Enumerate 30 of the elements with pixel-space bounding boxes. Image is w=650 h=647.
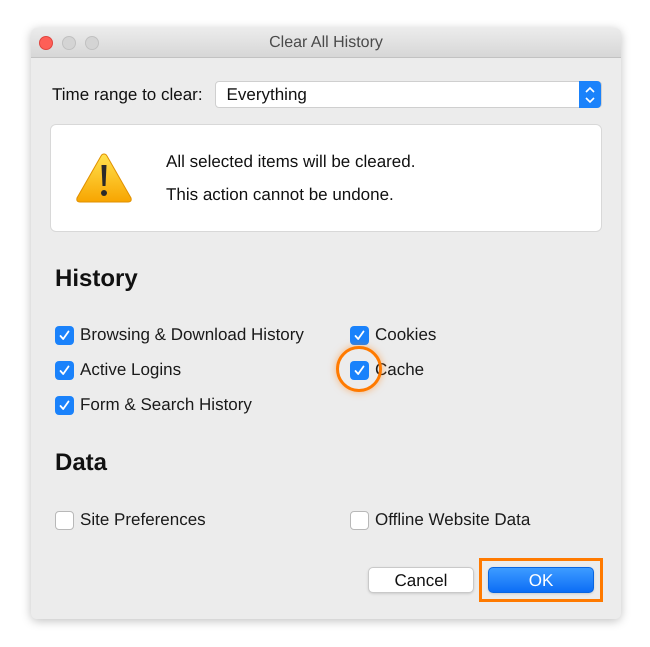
section-heading: Data xyxy=(55,448,108,478)
checkbox-label: Offline Website Data xyxy=(375,509,530,532)
checkbox[interactable] xyxy=(55,326,74,344)
checkbox[interactable] xyxy=(55,510,74,530)
checkmark-icon xyxy=(58,398,71,412)
checkbox[interactable] xyxy=(350,326,369,344)
checkbox[interactable] xyxy=(350,510,369,530)
checkmark-icon xyxy=(353,328,366,342)
cancel-button[interactable]: Cancel xyxy=(368,567,474,593)
warning-text: All selected items will be cleared. xyxy=(166,151,416,173)
checkbox-label: Form & Search History xyxy=(80,394,252,416)
time-range-dropdown[interactable]: Everything xyxy=(214,81,602,108)
checkmark-icon xyxy=(353,364,366,376)
checkbox-label: Site Preferences xyxy=(80,509,206,532)
section-heading: History xyxy=(55,264,139,294)
warning-icon xyxy=(75,152,133,204)
checkmark-icon xyxy=(58,364,71,376)
checkbox[interactable] xyxy=(55,360,74,380)
checkbox-label: Browsing & Download History xyxy=(80,324,304,346)
field-label: Time range to clear: xyxy=(52,84,203,106)
checkbox[interactable] xyxy=(350,360,369,380)
checkmark-icon xyxy=(58,328,71,342)
ok-button[interactable]: OK xyxy=(488,567,594,593)
checkbox-label: Cookies xyxy=(375,324,436,346)
checkbox-label: Active Logins xyxy=(80,359,182,382)
warning-text: This action cannot be undone. xyxy=(166,184,395,206)
window-title: Clear All History xyxy=(269,32,383,52)
checkbox[interactable] xyxy=(55,396,74,414)
close-button[interactable] xyxy=(39,36,53,50)
stepper-icon xyxy=(579,81,601,108)
